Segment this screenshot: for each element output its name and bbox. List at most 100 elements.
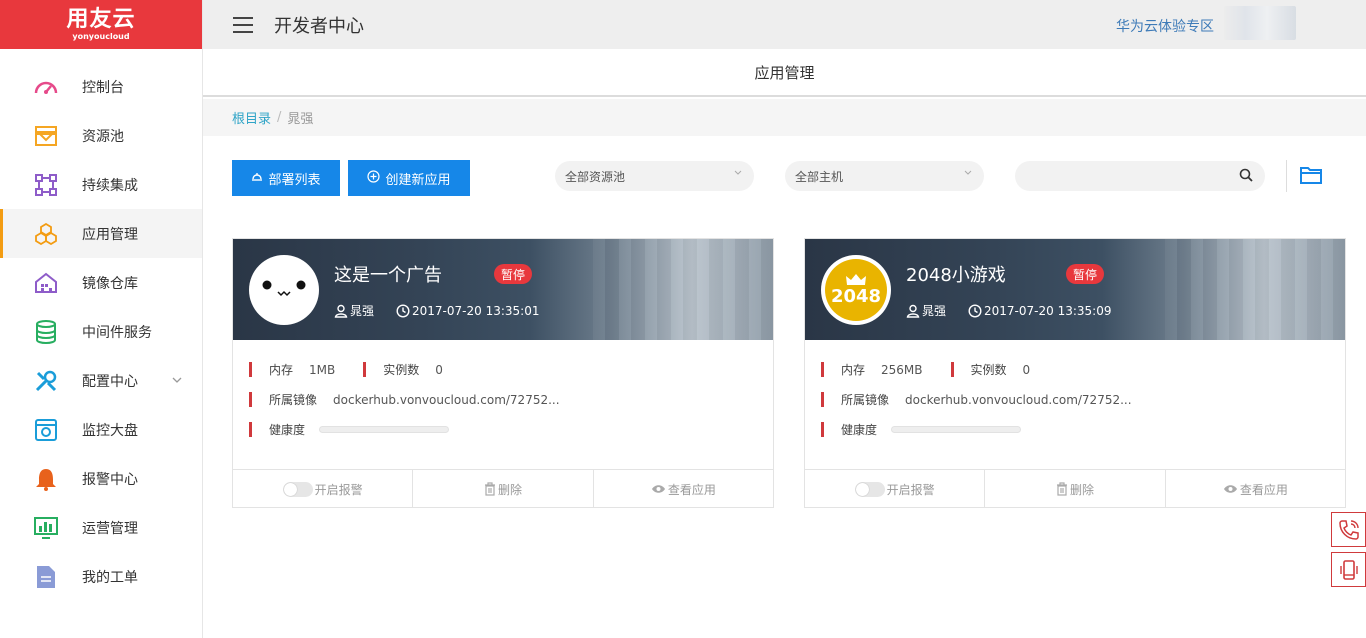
app-meta: 晁强 2017-07-20 13:35:09 bbox=[906, 302, 1133, 319]
brand-logo[interactable]: 用友云 yonyoucloud bbox=[0, 0, 202, 49]
chart-icon bbox=[34, 516, 58, 540]
owner-name: 晁强 bbox=[350, 304, 375, 318]
enable-alarm-label: 开启报警 bbox=[314, 482, 363, 497]
phone-contact-button[interactable] bbox=[1331, 512, 1366, 547]
memory-value: 1MB bbox=[309, 362, 336, 377]
sidebar-item-label: 报警中心 bbox=[82, 471, 138, 488]
sidebar-item-ci[interactable]: 持续集成 bbox=[0, 160, 202, 209]
enable-alarm-toggle[interactable]: 开启报警 bbox=[233, 470, 414, 508]
app-card-header[interactable]: 2048 2048小游戏 暂停 晁强 2017-07-20 13:35:09 bbox=[805, 239, 1345, 340]
logo-text: 2048 bbox=[830, 286, 882, 307]
instances-field: 实例数 0 bbox=[950, 361, 1030, 378]
crown-icon bbox=[846, 274, 866, 285]
view-app-label: 查看应用 bbox=[667, 482, 716, 497]
sidebar-item-label: 监控大盘 bbox=[82, 422, 138, 439]
deploy-list-label: 部署列表 bbox=[268, 171, 321, 187]
enable-alarm-toggle[interactable]: 开启报警 bbox=[805, 470, 986, 508]
health-progress-bar bbox=[319, 426, 450, 433]
created-time: 2017-07-20 13:35:01 bbox=[396, 304, 539, 318]
app-logo-2048: 2048 bbox=[821, 255, 891, 325]
plus-circle-icon bbox=[367, 170, 381, 186]
document-icon bbox=[34, 565, 58, 589]
delete-label: 删除 bbox=[497, 482, 522, 497]
toggle-switch[interactable] bbox=[282, 481, 313, 497]
resource-pool-icon bbox=[34, 124, 58, 148]
top-title: 开发者中心 bbox=[274, 15, 364, 37]
sidebar-item-label: 我的工单 bbox=[82, 569, 138, 586]
resource-pool-select-value: 全部资源池 bbox=[565, 169, 626, 184]
sidebar-item-resource-pool[interactable]: 资源池 bbox=[0, 111, 202, 160]
menu-icon[interactable] bbox=[233, 16, 253, 33]
sidebar-item-label: 运营管理 bbox=[82, 520, 138, 537]
app-card-header[interactable]: 这是一个广告 暂停 晁强 2017-07-20 13:35:01 bbox=[233, 239, 773, 340]
top-bar: 开发者中心 华为云体验专区 bbox=[203, 0, 1366, 49]
host-select-value: 全部主机 bbox=[795, 169, 844, 184]
app-management-icon bbox=[34, 222, 58, 246]
created-time-value: 2017-07-20 13:35:01 bbox=[412, 303, 540, 318]
image-field: 所属镜像 dockerhub.vonvoucloud.com/72752... bbox=[249, 391, 560, 408]
health-label: 健康度 bbox=[841, 423, 878, 437]
app-card-body: 内存 256MB 实例数 0 所属镜像 dockerhub.vonvoucloud.c… bbox=[805, 340, 1345, 470]
owner-name: 晁强 bbox=[922, 304, 947, 318]
image-field: 所属镜像 dockerhub.vonvoucloud.com/72752... bbox=[821, 391, 1132, 408]
user-avatar[interactable] bbox=[1224, 6, 1296, 40]
app-card: 这是一个广告 暂停 晁强 2017-07-20 13:35:01 内存 1MB 实… bbox=[232, 238, 774, 508]
view-app-label: 查看应用 bbox=[1239, 482, 1288, 497]
app-card-actions: 开启报警 删除 查看应用 bbox=[233, 470, 773, 508]
sidebar-item-app-management[interactable]: 应用管理 bbox=[0, 209, 202, 258]
enable-alarm-label: 开启报警 bbox=[886, 482, 935, 497]
eye-icon bbox=[1223, 485, 1237, 493]
memory-field: 内存 1MB bbox=[249, 361, 335, 378]
user-icon bbox=[906, 304, 920, 318]
breadcrumb-separator: / bbox=[277, 110, 282, 125]
app-name[interactable]: 2048小游戏 bbox=[906, 261, 1006, 287]
owner: 晁强 bbox=[906, 302, 946, 319]
create-app-button[interactable]: 创建新应用 bbox=[348, 160, 470, 196]
clock-icon bbox=[968, 303, 982, 318]
host-select[interactable]: 全部主机 bbox=[785, 161, 984, 191]
search-input[interactable] bbox=[1015, 161, 1215, 191]
resource-row: 内存 1MB 实例数 0 bbox=[249, 362, 773, 377]
health-row: 健康度 bbox=[821, 422, 1345, 437]
sidebar-item-my-tickets[interactable]: 我的工单 bbox=[0, 552, 202, 601]
sidebar-item-image-repo[interactable]: 镜像仓库 bbox=[0, 258, 202, 307]
sidebar-nav: 控制台 资源池 持续集成 应用管理 镜像仓库 中间件服务 配置中心 监控大盘 报… bbox=[0, 62, 202, 601]
health-row: 健康度 bbox=[249, 422, 773, 437]
toggle-switch[interactable] bbox=[854, 481, 885, 497]
delete-button[interactable]: 删除 bbox=[985, 470, 1166, 508]
view-app-button[interactable]: 查看应用 bbox=[1166, 470, 1345, 508]
deploy-list-button[interactable]: 部署列表 bbox=[232, 160, 340, 196]
sidebar-item-monitor[interactable]: 监控大盘 bbox=[0, 405, 202, 454]
breadcrumb-root-link[interactable]: 根目录 bbox=[232, 108, 271, 127]
delete-button[interactable]: 删除 bbox=[413, 470, 594, 508]
view-app-button[interactable]: 查看应用 bbox=[594, 470, 773, 508]
sidebar-item-middleware[interactable]: 中间件服务 bbox=[0, 307, 202, 356]
resource-pool-select[interactable]: 全部资源池 bbox=[555, 161, 754, 191]
status-badge: 暂停 bbox=[494, 264, 533, 284]
huawei-cloud-link[interactable]: 华为云体验专区 bbox=[1116, 16, 1214, 36]
eye-icon bbox=[651, 485, 665, 493]
sidebar-item-operations[interactable]: 运营管理 bbox=[0, 503, 202, 552]
memory-label: 内存 bbox=[841, 363, 866, 377]
page-title: 应用管理 bbox=[203, 49, 1366, 97]
status-badge: 暂停 bbox=[1066, 264, 1105, 284]
bell-icon bbox=[34, 467, 58, 491]
mobile-contact-button[interactable] bbox=[1331, 552, 1366, 587]
delete-label: 删除 bbox=[1069, 482, 1094, 497]
search-box bbox=[1015, 161, 1265, 191]
folder-icon[interactable] bbox=[1299, 165, 1323, 189]
sidebar-item-config-center[interactable]: 配置中心 bbox=[0, 356, 202, 405]
brand-sub: yonyoucloud bbox=[72, 31, 130, 41]
app-name[interactable]: 这是一个广告 bbox=[334, 261, 442, 287]
chevron-down-icon bbox=[734, 169, 742, 179]
chevron-down-icon[interactable] bbox=[172, 374, 182, 387]
sidebar-item-console[interactable]: 控制台 bbox=[0, 62, 202, 111]
breadcrumb: 根目录 / 晁强 bbox=[203, 99, 1366, 136]
trash-icon bbox=[1056, 482, 1067, 496]
database-icon bbox=[34, 319, 58, 344]
create-app-label: 创建新应用 bbox=[385, 171, 451, 187]
image-repo-icon bbox=[34, 271, 58, 295]
sidebar-item-alarm-center[interactable]: 报警中心 bbox=[0, 454, 202, 503]
sidebar-item-label: 应用管理 bbox=[82, 226, 138, 243]
search-icon[interactable] bbox=[1239, 168, 1253, 186]
